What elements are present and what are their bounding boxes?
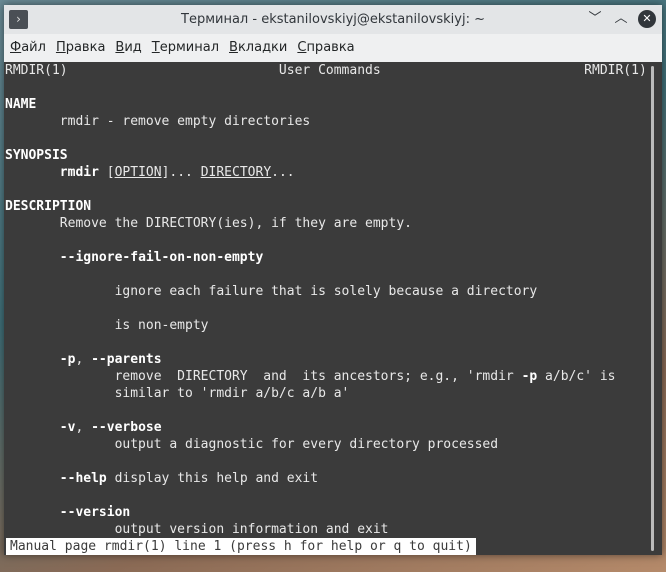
terminal-line: is non-empty: [4, 317, 644, 334]
terminal-text: --ignore-fail-on-non-empty: [59, 250, 264, 265]
close-icon[interactable]: ✕: [638, 10, 656, 28]
terminal-text: ignore each failure that is solely becau…: [5, 284, 538, 299]
terminal-text: SYNOPSIS: [5, 148, 68, 163]
terminal-text: ,: [75, 420, 92, 435]
terminal-text: -v: [59, 420, 76, 435]
terminal-window: › Терминал - ekstanilovskiyj@ekstanilovs…: [4, 5, 662, 555]
terminal-text: RMDIR(1) User Commands RMDIR(1): [5, 63, 647, 78]
pager-status-line: Manual page rmdir(1) line 1 (press h for…: [4, 538, 644, 555]
pager-status: Manual page rmdir(1) line 1 (press h for…: [6, 538, 476, 555]
menu-view[interactable]: Вид: [115, 40, 141, 55]
terminal-line: remove DIRECTORY and its ancestors; e.g.…: [4, 368, 644, 385]
menu-bar: Файл Правка Вид Терминал Вкладки Справка: [4, 34, 662, 60]
terminal-text: [: [98, 165, 115, 180]
terminal-text: -p: [59, 352, 76, 367]
terminal-text: --verbose: [91, 420, 162, 435]
terminal-text: DESCRIPTION: [5, 199, 92, 214]
terminal-text: ]...: [161, 165, 201, 180]
terminal-text: ,: [75, 352, 92, 367]
terminal-text: NAME: [5, 97, 37, 112]
menu-edit[interactable]: Правка: [56, 40, 105, 55]
terminal-text: DIRECTORY: [200, 165, 272, 180]
terminal-line: --help display this help and exit: [4, 470, 644, 487]
menu-help[interactable]: Справка: [297, 40, 354, 55]
terminal-line: -p, --parents: [4, 351, 644, 368]
terminal-line: output version information and exit: [4, 521, 644, 538]
terminal-text: similar to 'rmdir a/b/c a/b a': [5, 386, 350, 401]
menu-terminal[interactable]: Терминал: [152, 40, 219, 55]
terminal-line: NAME: [4, 96, 644, 113]
terminal-text: Remove the DIRECTORY(ies), if they are e…: [5, 216, 412, 231]
window-title: Терминал - ekstanilovskiyj@ekstanilovski…: [181, 12, 485, 27]
terminal-text: -p: [521, 369, 538, 384]
terminal-line: rmdir - remove empty directories: [4, 113, 644, 130]
menu-tabs[interactable]: Вкладки: [229, 40, 287, 55]
terminal-text: output version information and exit: [5, 522, 389, 537]
terminal-line: RMDIR(1) User Commands RMDIR(1): [4, 62, 647, 79]
terminal-text: rmdir - remove empty directories: [5, 114, 311, 129]
terminal-text: ...: [271, 165, 295, 180]
terminal-text: --version: [59, 505, 131, 520]
terminal-line: SYNOPSIS: [4, 147, 644, 164]
menu-file[interactable]: Файл: [10, 40, 46, 55]
terminal-text: is non-empty: [5, 318, 209, 333]
terminal-text: --parents: [91, 352, 162, 367]
terminal-line: output a diagnostic for every directory …: [4, 436, 644, 453]
terminal-line: rmdir [OPTION]... DIRECTORY...: [4, 164, 644, 181]
terminal-line: Remove the DIRECTORY(ies), if they are e…: [4, 215, 644, 232]
terminal-line: ignore each failure that is solely becau…: [4, 283, 644, 300]
minimize-icon[interactable]: ﹀: [586, 10, 604, 28]
terminal-line: similar to 'rmdir a/b/c a/b a': [4, 385, 644, 402]
title-bar: › Терминал - ekstanilovskiyj@ekstanilovs…: [4, 5, 662, 34]
terminal-text: output a diagnostic for every directory …: [5, 437, 499, 452]
terminal-text: remove DIRECTORY and its ancestors; e.g.…: [5, 369, 522, 384]
scrollbar-thumb[interactable]: [651, 66, 654, 551]
terminal-text: rmdir: [59, 165, 99, 180]
maximize-icon[interactable]: ︿: [612, 10, 630, 28]
scrollbar[interactable]: [644, 62, 662, 555]
terminal-text: display this help and exit: [106, 471, 319, 486]
terminal-text: a/b/c' is: [537, 369, 616, 384]
terminal-output[interactable]: RMDIR(1) User Commands RMDIR(1) NAME rmdi…: [4, 62, 647, 555]
terminal-line: --version: [4, 504, 644, 521]
terminal-line: -v, --verbose: [4, 419, 644, 436]
terminal-line: --ignore-fail-on-non-empty: [4, 249, 644, 266]
terminal-app-icon[interactable]: ›: [9, 10, 28, 29]
terminal-text: --help: [59, 471, 107, 486]
terminal-line: DESCRIPTION: [4, 198, 644, 215]
terminal-text: OPTION: [114, 165, 162, 180]
